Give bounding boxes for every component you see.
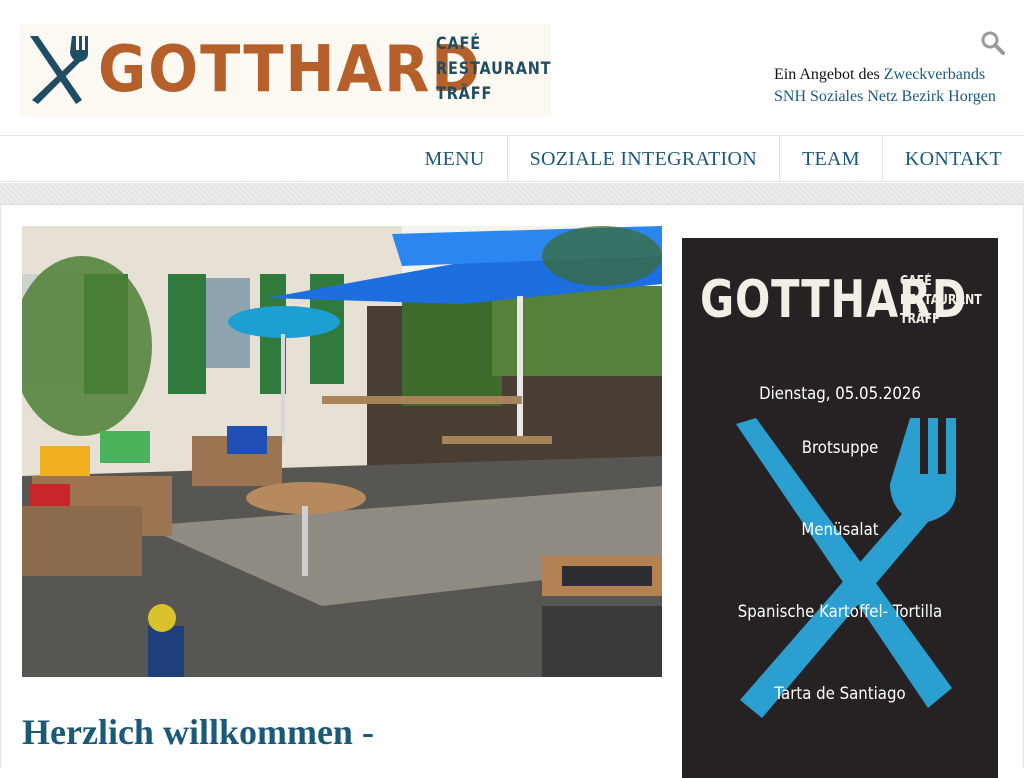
search-icon[interactable] [980,30,1006,56]
poster-sub-line: RESTAURANT [900,293,982,308]
daily-menu-poster: GOTTHARD CAFÉ RESTAURANT TRÄFF Dienstag,… [682,238,998,778]
decorative-strip [0,183,1024,205]
poster-date: Dienstag, 05.05.2026 [759,384,921,404]
nav-item-menu[interactable]: MENU [403,136,507,182]
logo-wordmark: GOTTHARD [98,33,482,107]
provider-note: Ein Angebot des Zweckverbands SNH Sozial… [774,64,1014,108]
fork-knife-icon [30,36,88,104]
provider-link-snh[interactable]: SNH Soziales Netz Bezirk Horgen [774,88,996,105]
site-header: GOTTHARD CAFÉ RESTAURANT TRÄFF Ein Angeb… [0,0,1024,136]
main-navigation: MENU SOZIALE INTEGRATION TEAM KONTAKT [0,135,1024,182]
poster-subtitle: CAFÉ RESTAURANT TRÄFF [900,272,982,329]
poster-dish: Tarta de Santiago [774,684,906,704]
fork-knife-icon [736,418,956,718]
provider-link-zweckverband[interactable]: Zweckverbands [884,66,985,83]
nav-item-kontakt[interactable]: KONTAKT [881,136,1024,182]
site-logo[interactable]: GOTTHARD CAFÉ RESTAURANT TRÄFF [20,24,551,117]
logo-subtitle: CAFÉ RESTAURANT TRÄFF [436,32,551,107]
nav-item-soziale-integration[interactable]: SOZIALE INTEGRATION [506,136,779,182]
poster-dish: Spanische Kartoffel- Tortilla [737,602,943,622]
poster-dish: Brotsuppe [801,438,879,458]
logo-sub-line: RESTAURANT [436,59,552,79]
welcome-heading: Herzlich willkommen - [22,712,374,752]
logo-sub-line: CAFÉ [436,34,481,54]
provider-prefix: Ein Angebot des [774,66,884,83]
poster-dish: Menüsalat [801,520,879,540]
terrace-photo [22,226,662,677]
poster-sub-line: TRÄFF [900,312,940,327]
logo-sub-line: TRÄFF [436,84,493,104]
nav-item-team[interactable]: TEAM [778,136,882,182]
poster-sub-line: CAFÉ [900,274,932,289]
